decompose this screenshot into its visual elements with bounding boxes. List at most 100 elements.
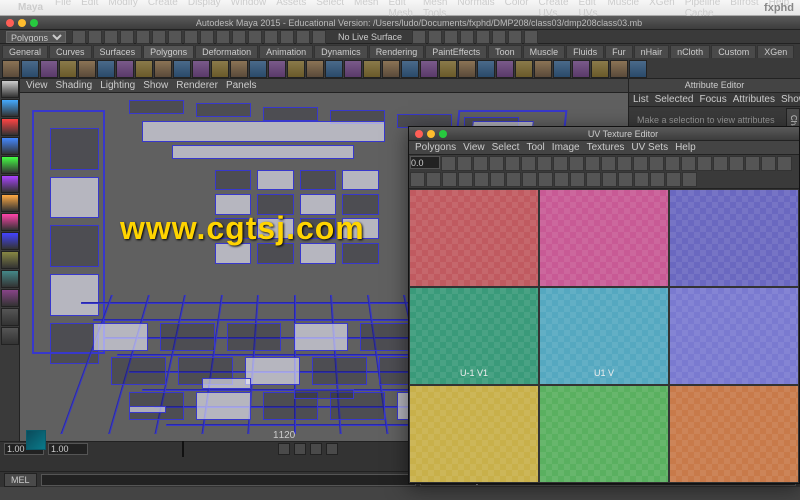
uv-menu-image[interactable]: Image [552, 142, 580, 153]
attr-menu-attributes[interactable]: Attributes [733, 94, 775, 105]
uv-tool-34[interactable] [602, 172, 617, 187]
uv-tool-11[interactable] [617, 156, 632, 171]
shelf-button-17[interactable] [325, 60, 343, 78]
status-icon-0[interactable] [72, 30, 86, 44]
shelf-button-11[interactable] [211, 60, 229, 78]
status-icon-8[interactable] [200, 30, 214, 44]
shelf-tab-polygons[interactable]: Polygons [143, 45, 194, 58]
shelf-button-12[interactable] [230, 60, 248, 78]
shelf-button-24[interactable] [458, 60, 476, 78]
mac-menu-muscle[interactable]: Muscle [607, 0, 639, 19]
uv-tool-26[interactable] [474, 172, 489, 187]
uv-tool-25[interactable] [458, 172, 473, 187]
command-input[interactable] [41, 474, 417, 486]
status-icon2-6[interactable] [508, 30, 522, 44]
mac-menu-modify[interactable]: Modify [108, 0, 137, 19]
uv-min[interactable] [427, 130, 435, 138]
status-icon-1[interactable] [88, 30, 102, 44]
mel-label[interactable]: MEL [4, 473, 37, 487]
uv-tool-1[interactable] [457, 156, 472, 171]
play-fwd-button[interactable] [294, 443, 306, 455]
mac-menu-mesh-tools[interactable]: Mesh Tools [423, 0, 447, 19]
uv-tool-28[interactable] [506, 172, 521, 187]
tool-6[interactable] [1, 194, 19, 212]
uv-tool-19[interactable] [745, 156, 760, 171]
uv-tool-30[interactable] [538, 172, 553, 187]
uv-titlebar[interactable]: UV Texture Editor [409, 127, 799, 141]
uv-tool-0[interactable] [441, 156, 456, 171]
mac-menu-bifrost[interactable]: Bifrost [730, 0, 758, 19]
status-icon-10[interactable] [232, 30, 246, 44]
attr-menu-selected[interactable]: Selected [655, 94, 694, 105]
tool-0[interactable] [1, 80, 19, 98]
tool-10[interactable] [1, 270, 19, 288]
uv-tool-35[interactable] [618, 172, 633, 187]
shelf-button-22[interactable] [420, 60, 438, 78]
shelf-button-31[interactable] [591, 60, 609, 78]
shelf-button-18[interactable] [344, 60, 362, 78]
tool-12[interactable] [1, 308, 19, 326]
mac-menu-assets[interactable]: Assets [276, 0, 306, 19]
mac-menu-edit[interactable]: Edit [81, 0, 98, 19]
uv-tool-18[interactable] [729, 156, 744, 171]
uv-tool-24[interactable] [442, 172, 457, 187]
shelf-button-33[interactable] [629, 60, 647, 78]
uv-tool-9[interactable] [585, 156, 600, 171]
range-start-field2[interactable] [48, 443, 88, 455]
tool-1[interactable] [1, 99, 19, 117]
status-icon2-1[interactable] [428, 30, 442, 44]
status-icon-15[interactable] [312, 30, 326, 44]
shelf-tab-fur[interactable]: Fur [605, 45, 633, 58]
uv-quadrant-2[interactable] [669, 189, 799, 287]
shelf-button-25[interactable] [477, 60, 495, 78]
mac-menu-edit-mesh[interactable]: Edit Mesh [388, 0, 412, 19]
mac-menu-color[interactable]: Color [505, 0, 529, 19]
shelf-button-32[interactable] [610, 60, 628, 78]
zoom-window[interactable] [30, 19, 38, 27]
status-icon-11[interactable] [248, 30, 262, 44]
shelf-button-10[interactable] [192, 60, 210, 78]
uv-tool-8[interactable] [569, 156, 584, 171]
shelf-tab-rendering[interactable]: Rendering [369, 45, 425, 58]
uv-tool-16[interactable] [697, 156, 712, 171]
mac-menu-xgen[interactable]: XGen [649, 0, 675, 19]
tool-7[interactable] [1, 213, 19, 231]
uv-tool-7[interactable] [553, 156, 568, 171]
uv-tool-20[interactable] [761, 156, 776, 171]
close-window[interactable] [6, 19, 14, 27]
attr-menu-list[interactable]: List [633, 94, 649, 105]
mac-menu-select[interactable]: Select [316, 0, 344, 19]
uv-quadrant-0[interactable] [409, 189, 539, 287]
uv-close[interactable] [415, 130, 423, 138]
uv-quadrant-4[interactable]: U1 V [539, 287, 669, 385]
uv-tool-31[interactable] [554, 172, 569, 187]
status-icon2-3[interactable] [460, 30, 474, 44]
status-icon-6[interactable] [168, 30, 182, 44]
shelf-button-20[interactable] [382, 60, 400, 78]
uv-coord-field[interactable] [410, 156, 440, 169]
tool-13[interactable] [1, 327, 19, 345]
shelf-button-16[interactable] [306, 60, 324, 78]
time-slider[interactable]: 1120 [182, 441, 184, 457]
shelf-button-28[interactable] [534, 60, 552, 78]
uv-tool-2[interactable] [473, 156, 488, 171]
shelf-button-19[interactable] [363, 60, 381, 78]
shelf-button-0[interactable] [2, 60, 20, 78]
uv-menu-help[interactable]: Help [675, 142, 696, 153]
uv-tool-21[interactable] [777, 156, 792, 171]
uv-tool-6[interactable] [537, 156, 552, 171]
status-icon2-2[interactable] [444, 30, 458, 44]
uv-menu-polygons[interactable]: Polygons [415, 142, 456, 153]
status-icon2-5[interactable] [492, 30, 506, 44]
uv-tool-3[interactable] [489, 156, 504, 171]
shelf-tab-fluids[interactable]: Fluids [566, 45, 604, 58]
shelf-tab-ncloth[interactable]: nCloth [670, 45, 710, 58]
shelf-button-29[interactable] [553, 60, 571, 78]
shelf-button-30[interactable] [572, 60, 590, 78]
app-name[interactable]: Maya [18, 2, 43, 13]
status-icon-14[interactable] [296, 30, 310, 44]
vp-menu-shading[interactable]: Shading [56, 80, 93, 91]
vp-menu-renderer[interactable]: Renderer [176, 80, 218, 91]
tool-4[interactable] [1, 156, 19, 174]
uv-tool-33[interactable] [586, 172, 601, 187]
